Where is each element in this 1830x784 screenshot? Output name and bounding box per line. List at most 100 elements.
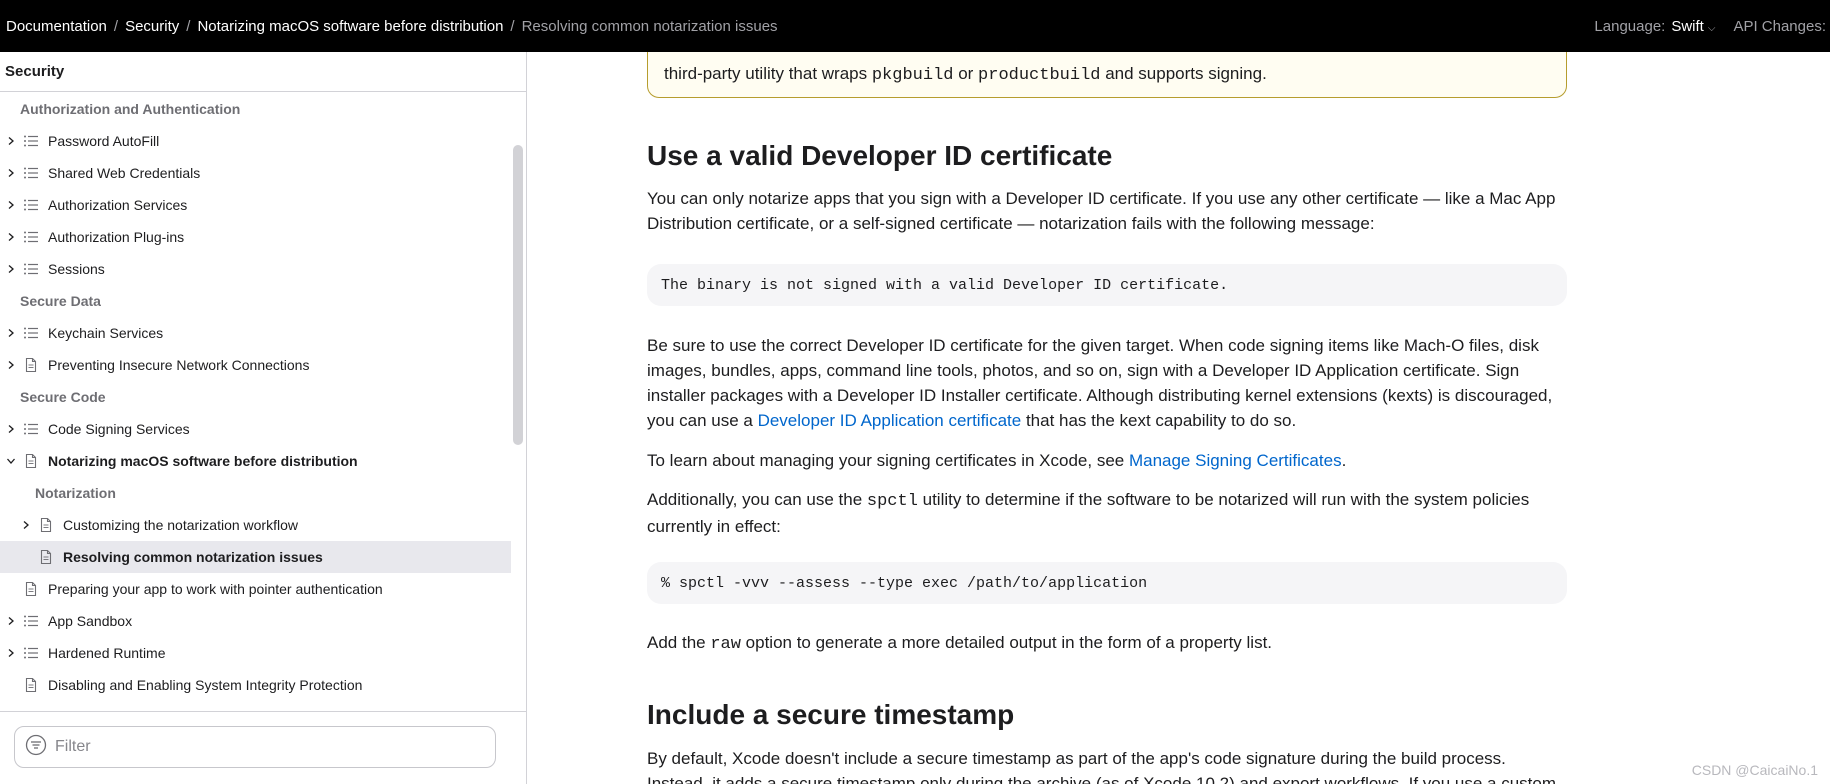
chevron-right-icon[interactable] xyxy=(6,328,16,338)
language-value: Swift xyxy=(1671,17,1704,35)
code-block: % spctl -vvv --assess --type exec /path/… xyxy=(647,562,1567,604)
sidebar-item[interactable]: Password AutoFill xyxy=(0,125,511,157)
sidebar-navigation: Authorization and Authentication Password… xyxy=(0,93,511,711)
section-heading-developer-id: Use a valid Developer ID certificate xyxy=(647,140,1113,171)
breadcrumb-separator: / xyxy=(113,17,119,35)
breadcrumb-separator: / xyxy=(510,17,515,35)
breadcrumb: Documentation / Security / Notarizing ma… xyxy=(6,18,778,35)
inline-code: pkgbuild xyxy=(871,66,954,85)
sidebar-item[interactable]: Authorization Services xyxy=(0,189,511,221)
paragraph-text: option to generate a more detailed outpu… xyxy=(740,633,1273,652)
top-navigation-bar: Documentation / Security / Notarizing ma… xyxy=(0,0,1830,52)
sidebar-item-label: Sessions xyxy=(48,261,105,277)
paragraph: By default, Xcode doesn't include a secu… xyxy=(647,749,1557,784)
sidebar-item[interactable]: Preventing Insecure Network Connections xyxy=(0,349,511,381)
chevron-right-icon[interactable] xyxy=(6,264,16,274)
sidebar-item-label: Authorization Plug-ins xyxy=(48,229,185,245)
sidebar-item-label: Disabling and Enabling System Integrity … xyxy=(48,677,363,693)
paragraph: Be sure to use the correct Developer ID … xyxy=(647,333,1567,433)
sidebar-title[interactable]: Security xyxy=(0,52,526,92)
sidebar-item-label: Keychain Services xyxy=(48,325,164,341)
sidebar-scrollbar[interactable] xyxy=(513,145,523,445)
paragraph: Add the raw option to generate a more de… xyxy=(647,630,1567,657)
sidebar-item-label: Password AutoFill xyxy=(48,133,160,149)
sidebar-item-label: App Sandbox xyxy=(48,613,133,629)
language-selector[interactable]: Language: Swift ⌵ xyxy=(1594,18,1715,35)
breadcrumb-notarizing[interactable]: Notarizing macOS software before distrib… xyxy=(197,18,503,35)
paragraph-text: that has the kext capability to do so. xyxy=(1021,411,1297,430)
paragraph-text: . xyxy=(1341,451,1347,470)
filter-input[interactable] xyxy=(55,738,475,756)
chevron-right-icon[interactable] xyxy=(6,360,16,370)
inline-code: productbuild xyxy=(978,66,1101,85)
chevron-down-icon[interactable] xyxy=(6,456,16,466)
sidebar-item[interactable]: Customizing the notarization workflow xyxy=(0,509,511,541)
sidebar-item[interactable]: Hardened Runtime xyxy=(0,637,511,669)
list-icon xyxy=(22,197,40,213)
sidebar-item[interactable]: Keychain Services xyxy=(0,317,511,349)
sidebar-item-label: Notarizing macOS software before distrib… xyxy=(48,453,358,469)
document-icon xyxy=(22,581,40,597)
breadcrumb-current: Resolving common notarization issues xyxy=(521,17,778,35)
sidebar-group-heading: Secure Code xyxy=(0,381,511,413)
developer-id-certificate-link[interactable]: Developer ID Application certificate xyxy=(758,411,1022,430)
sidebar-item-label: Authorization Services xyxy=(48,197,188,213)
list-icon xyxy=(22,421,40,437)
sidebar-item-label: Preparing your app to work with pointer … xyxy=(48,581,383,597)
chevron-right-icon[interactable] xyxy=(6,232,16,242)
document-icon xyxy=(22,677,40,693)
document-icon xyxy=(37,549,55,565)
filter-icon xyxy=(25,734,47,761)
paragraph-text: Add the xyxy=(647,633,711,652)
chevron-right-icon[interactable] xyxy=(6,136,16,146)
sidebar-item[interactable]: App Sandbox xyxy=(0,605,511,637)
paragraph: To learn about managing your signing cer… xyxy=(647,448,1567,473)
code-block: The binary is not signed with a valid De… xyxy=(647,264,1567,306)
chevron-right-icon[interactable] xyxy=(6,424,16,434)
paragraph: You can only notarize apps that you sign… xyxy=(647,189,1556,233)
document-icon xyxy=(22,453,40,469)
filter-box[interactable] xyxy=(14,726,496,768)
language-label: Language: xyxy=(1594,17,1666,35)
sidebar-item[interactable]: Preparing your app to work with pointer … xyxy=(0,573,511,605)
topbar-controls: Language: Swift ⌵ API Changes: xyxy=(1594,18,1830,35)
sidebar-group-label: Authorization and Authentication xyxy=(20,101,241,117)
watermark: CSDN @CaicaiNo.1 xyxy=(1691,762,1818,778)
filter-area xyxy=(0,711,526,784)
sidebar-item-label: Shared Web Credentials xyxy=(48,165,201,181)
chevron-right-icon[interactable] xyxy=(6,648,16,658)
sidebar-group-label: Secure Code xyxy=(20,389,106,405)
sidebar-item-label: Resolving common notarization issues xyxy=(63,549,323,565)
sidebar-group-label: Secure Data xyxy=(20,293,101,309)
inline-code: spctl xyxy=(866,492,918,511)
manage-signing-certificates-link[interactable]: Manage Signing Certificates xyxy=(1129,451,1342,470)
list-icon xyxy=(22,645,40,661)
list-icon xyxy=(22,229,40,245)
sidebar-item[interactable]: Notarizing macOS software before distrib… xyxy=(0,445,511,477)
chevron-down-icon: ⌵ xyxy=(1707,22,1716,34)
document-icon xyxy=(22,357,40,373)
sidebar-item[interactable]: Shared Web Credentials xyxy=(0,157,511,189)
chevron-right-icon[interactable] xyxy=(6,168,16,178)
api-changes-toggle[interactable]: API Changes: xyxy=(1733,18,1826,35)
chevron-right-icon[interactable] xyxy=(21,520,31,530)
sidebar-item[interactable]: Sessions xyxy=(0,253,511,285)
sidebar-item-label: Code Signing Services xyxy=(48,421,190,437)
list-icon xyxy=(22,165,40,181)
note-text: or xyxy=(953,64,979,83)
sidebar-item[interactable]: Disabling and Enabling System Integrity … xyxy=(0,669,511,701)
paragraph-text: To learn about managing your signing cer… xyxy=(647,451,1129,470)
chevron-right-icon[interactable] xyxy=(6,200,16,210)
sidebar-group-heading: Authorization and Authentication xyxy=(0,93,511,125)
inline-code: raw xyxy=(710,635,741,654)
sidebar-item[interactable]: Code Signing Services xyxy=(0,413,511,445)
breadcrumb-security[interactable]: Security xyxy=(125,18,179,35)
section-heading-secure-timestamp: Include a secure timestamp xyxy=(647,699,1015,730)
list-icon xyxy=(22,325,40,341)
sidebar-item[interactable]: Authorization Plug-ins xyxy=(0,221,511,253)
chevron-right-icon[interactable] xyxy=(6,616,16,626)
sidebar-item[interactable]: Resolving common notarization issues xyxy=(0,541,511,573)
sidebar-group-heading: Secure Data xyxy=(0,285,511,317)
breadcrumb-documentation[interactable]: Documentation xyxy=(6,18,107,35)
breadcrumb-separator: / xyxy=(186,17,191,35)
